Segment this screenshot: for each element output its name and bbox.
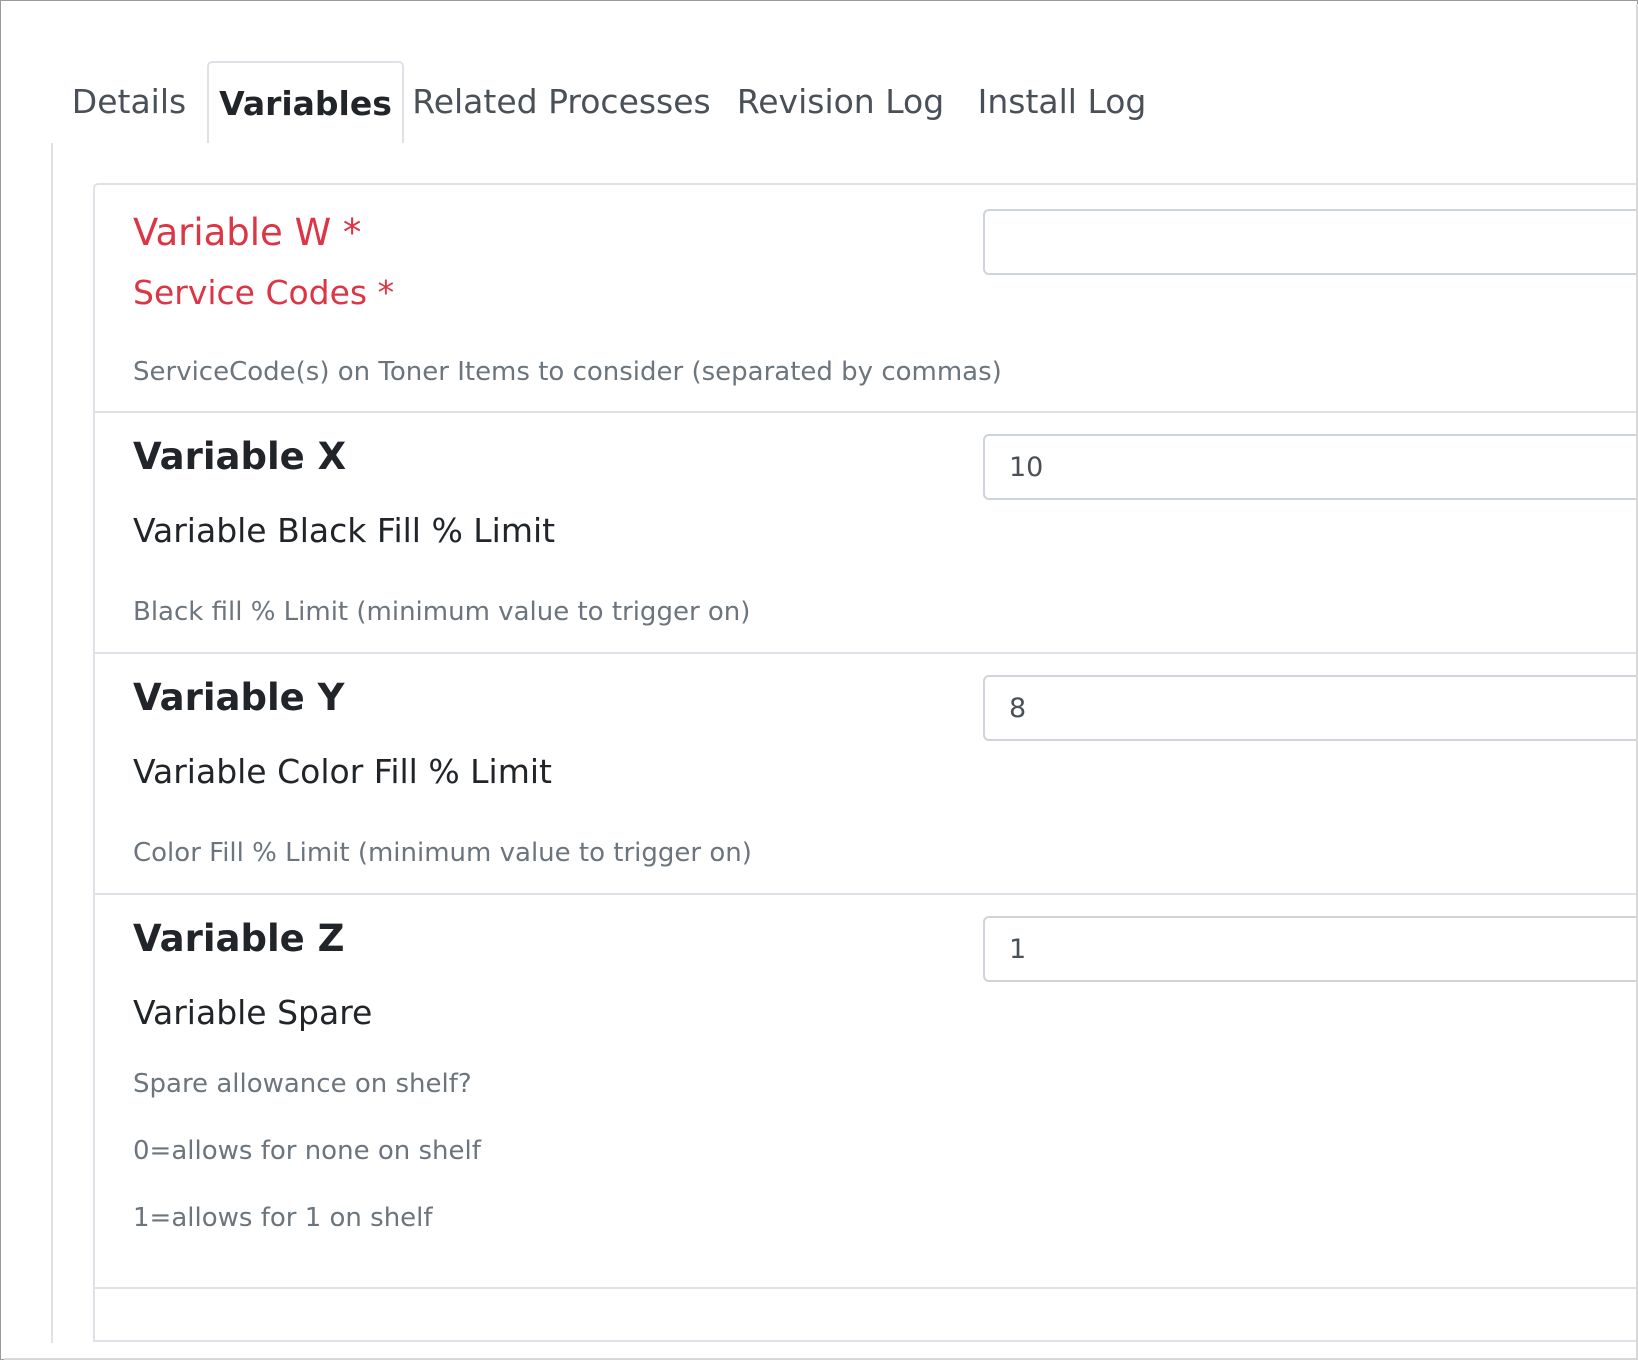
variable-help-text: Color Fill % Limit (minimum value to tri… [133,838,752,868]
color-fill-limit-input[interactable] [983,675,1637,741]
variable-row-y: Variable Y Variable Color Fill % Limit C… [95,652,1637,895]
required-asterisk: * [342,211,362,254]
variable-row-w: Variable W * Service Codes * ServiceCode… [95,185,1637,413]
variables-tab-panel: Variable W * Service Codes * ServiceCode… [51,143,1637,1343]
variables-card: Variable W * Service Codes * ServiceCode… [93,183,1637,1342]
variable-label: Variable Black Fill % Limit [133,511,556,550]
variable-label: Variable Spare [133,993,373,1032]
variable-row-z: Variable Z Variable Spare Spare allowanc… [95,893,1637,1289]
variable-help-text: 1=allows for 1 on shelf [133,1203,433,1233]
variable-help-text: 0=allows for none on shelf [133,1136,481,1166]
variable-label: Service Codes * [133,273,395,312]
tab-install-log[interactable]: Install Log [962,61,1162,143]
tab-bar: Details Variables Related Processes Revi… [51,61,1637,145]
black-fill-limit-input[interactable] [983,434,1637,500]
variable-help-text: ServiceCode(s) on Toner Items to conside… [133,357,1002,387]
tab-details[interactable]: Details [51,61,207,143]
variable-title: Variable W * [133,211,362,254]
tab-revision-log[interactable]: Revision Log [719,61,962,143]
tab-related-processes[interactable]: Related Processes [404,61,719,143]
variable-row-x: Variable X Variable Black Fill % Limit B… [95,411,1637,654]
variable-title: Variable Z [133,917,345,960]
variable-help-text: Spare allowance on shelf? [133,1069,472,1099]
service-codes-input[interactable] [983,209,1637,275]
variable-help-text: Black fill % Limit (minimum value to tri… [133,597,751,627]
tab-variables[interactable]: Variables [207,61,404,145]
variable-title: Variable X [133,435,347,478]
window: Details Variables Related Processes Revi… [0,0,1638,1360]
variable-label: Variable Color Fill % Limit [133,752,552,791]
required-asterisk: * [377,273,395,312]
spare-allowance-input[interactable] [983,916,1637,982]
variable-title: Variable Y [133,676,345,719]
